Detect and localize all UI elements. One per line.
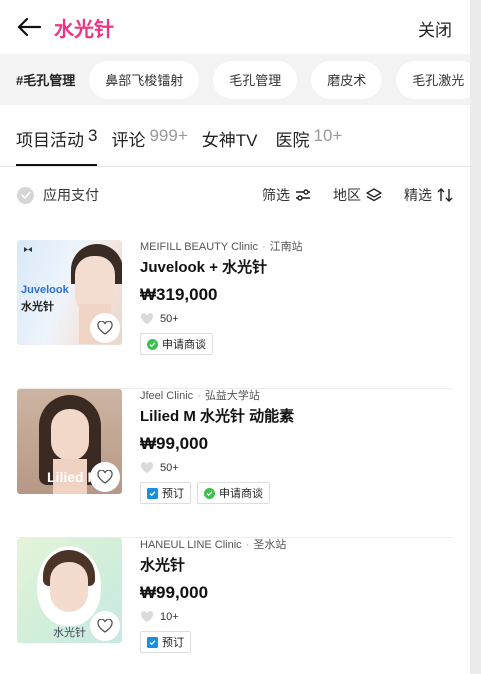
reserve-button[interactable]: 预订	[140, 631, 191, 653]
clinic-location: 圣水站	[253, 539, 287, 551]
like-count-value: 50+	[160, 313, 179, 325]
badge-label: 申请商谈	[219, 488, 263, 500]
clinic-name[interactable]: MEIFILL BEAUTY Clinic	[140, 241, 258, 253]
badge-label: 申请商谈	[162, 339, 206, 351]
favorite-heart-icon[interactable]	[90, 611, 120, 641]
tab-label: 项目活动	[16, 131, 84, 150]
tab-label: 评论	[111, 131, 146, 150]
clinic-location: 弘益大学站	[204, 390, 260, 402]
like-count: 10+	[140, 610, 450, 624]
chat-icon	[147, 338, 158, 350]
clinic-name[interactable]: Jfeel Clinic	[140, 390, 193, 402]
like-count: 50+	[140, 312, 450, 326]
filter-row: 应用支付 筛选 地区 精选	[0, 167, 470, 223]
tab-reviews[interactable]: 评论 999+	[111, 126, 187, 166]
calendar-icon	[147, 487, 158, 499]
heart-filled-icon	[140, 462, 154, 474]
like-count-value: 50+	[160, 462, 179, 474]
back-arrow-icon[interactable]	[16, 14, 42, 40]
clinic-line: HANEUL LINE Clinic · 圣水站	[140, 538, 450, 552]
consult-button[interactable]: 申请商谈	[197, 482, 270, 504]
page: 水光针 关闭 #毛孔管理 鼻部飞梭镭射 毛孔管理 磨皮术 毛孔激光 项目活动 3 …	[0, 0, 470, 674]
badge-label: 预订	[162, 637, 184, 649]
clinic-line: Jfeel Clinic · 弘益大学站	[140, 389, 450, 403]
product-price: ₩99,000	[140, 434, 209, 453]
tab-count: 3	[88, 126, 98, 145]
chip-item[interactable]: 鼻部飞梭镭射	[89, 60, 200, 99]
item-info: HANEUL LINE Clinic · 圣水站 水光针 ₩99,000 10+ 预…	[140, 538, 450, 653]
chip-item[interactable]: 毛孔管理	[213, 60, 298, 99]
item-info: Jfeel Clinic · 弘益大学站 Lilied M 水光针 动能素 ₩99,…	[140, 389, 450, 504]
tag-chip-bar: #毛孔管理 鼻部飞梭镭射 毛孔管理 磨皮术 毛孔激光	[0, 54, 470, 105]
sort-button[interactable]: 精选	[404, 185, 453, 205]
clinic-line: MEIFILL BEAUTY Clinic · 江南站	[140, 240, 450, 254]
separator-dot: ·	[245, 539, 250, 551]
product-thumbnail[interactable]: Juvelook 水光针	[17, 240, 122, 345]
thumb-caption-1: Juvelook	[21, 284, 69, 296]
product-name[interactable]: 水光针	[140, 557, 450, 575]
sort-arrows-icon	[437, 188, 453, 202]
check-icon[interactable]	[17, 186, 34, 204]
clinic-name[interactable]: HANEUL LINE Clinic	[140, 539, 242, 551]
like-count-value: 10+	[160, 611, 179, 623]
region-label: 地区	[333, 187, 361, 203]
favorite-heart-icon[interactable]	[90, 313, 120, 343]
tab-activities[interactable]: 项目活动 3	[16, 126, 98, 166]
calendar-icon	[147, 636, 158, 648]
product-name[interactable]: Juvelook + 水光针	[140, 259, 450, 277]
badge-label: 预订	[162, 488, 184, 500]
close-button[interactable]: 关闭	[418, 16, 452, 41]
thumb-caption-2: 水光针	[21, 301, 54, 313]
filter-label: 筛选	[262, 187, 290, 203]
tab-count: 10+	[313, 126, 343, 145]
tab-count: 999+	[149, 126, 188, 145]
thumb-face	[37, 546, 101, 626]
chat-icon	[204, 487, 215, 499]
list-item[interactable]: Juvelook 水光针 MEIFILL BEAUTY Clinic · 江南站 J…	[17, 240, 452, 389]
consult-button[interactable]: 申请商谈	[140, 333, 213, 355]
scrollbar[interactable]	[470, 0, 481, 674]
reserve-button[interactable]: 预订	[140, 482, 191, 504]
tab-hospitals[interactable]: 医院 10+	[276, 126, 343, 166]
clinic-location: 江南站	[269, 241, 303, 253]
layers-icon	[366, 188, 382, 202]
top-bar: 水光针 关闭	[0, 0, 470, 54]
favorite-heart-icon[interactable]	[90, 462, 120, 492]
tab-bar: 项目活动 3 评论 999+ 女神TV 医院 10+	[0, 105, 470, 167]
sort-label: 精选	[404, 187, 432, 203]
heart-filled-icon	[140, 313, 154, 325]
tab-tv[interactable]: 女神TV	[202, 126, 258, 166]
clinic-logo-icon	[24, 247, 32, 252]
chip-item[interactable]: 毛孔激光	[396, 60, 470, 99]
heart-filled-icon	[140, 611, 154, 623]
product-price: ₩319,000	[140, 285, 218, 304]
chip-current-tag: #毛孔管理	[16, 73, 76, 88]
list-item[interactable]: Lilied M Jfeel Clinic · 弘益大学站 Lilied M 水光针…	[17, 389, 452, 538]
tab-label: 医院	[275, 131, 310, 150]
apply-payment-label[interactable]: 应用支付	[43, 185, 99, 205]
page-title: 水光针	[54, 18, 114, 41]
separator-dot: ·	[197, 390, 201, 402]
item-info: MEIFILL BEAUTY Clinic · 江南站 Juvelook + 水光针…	[140, 240, 450, 355]
like-count: 50+	[140, 461, 450, 475]
product-thumbnail[interactable]: Lilied M	[17, 389, 122, 494]
region-button[interactable]: 地区	[333, 185, 382, 205]
product-price: ₩99,000	[140, 583, 209, 602]
filter-button[interactable]: 筛选	[262, 185, 311, 205]
chip-item[interactable]: 磨皮术	[311, 60, 383, 99]
sliders-icon	[296, 189, 310, 201]
product-thumbnail[interactable]: 水光针	[17, 538, 122, 643]
thumb-caption-1: 水光针	[53, 627, 86, 639]
product-name[interactable]: Lilied M 水光针 动能素	[140, 408, 450, 426]
list-item[interactable]: 水光针 HANEUL LINE Clinic · 圣水站 水光针 ₩99,000 1…	[17, 538, 452, 674]
separator-dot: ·	[261, 241, 266, 253]
tab-label: 女神TV	[201, 131, 258, 150]
